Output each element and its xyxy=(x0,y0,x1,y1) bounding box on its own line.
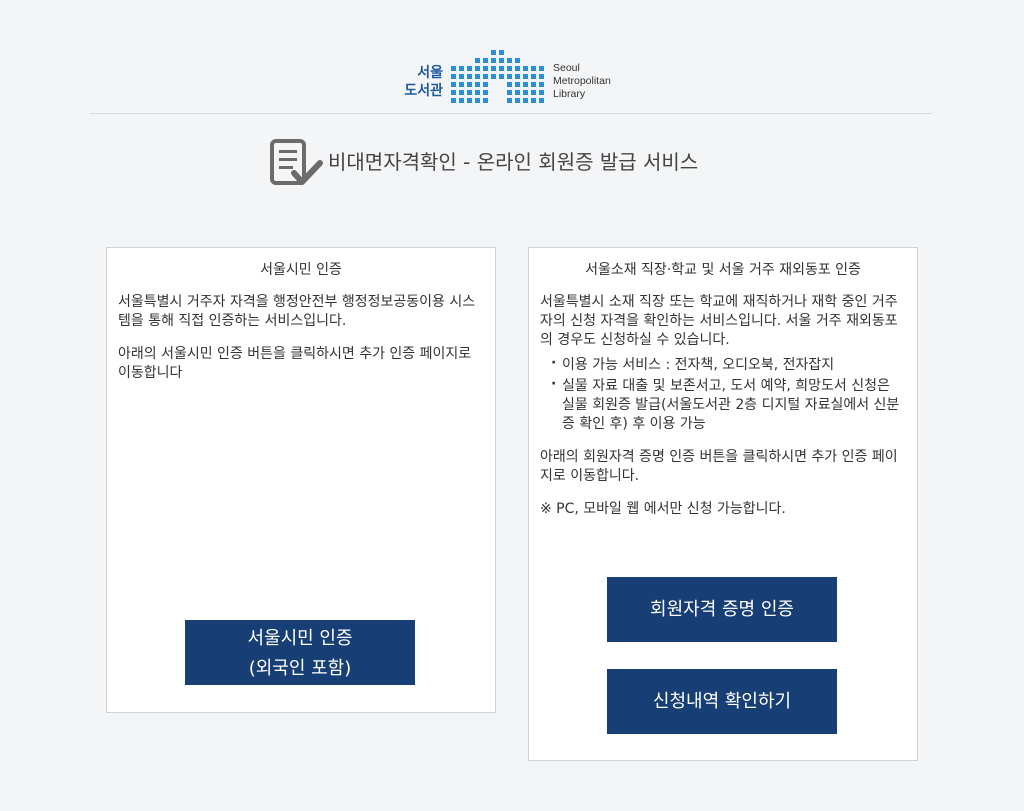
card-description: 서울특별시 거주자 자격을 행정안전부 행정정보공동이용 시스템을 통해 직접 … xyxy=(118,294,476,329)
platform-note: ※ PC, 모바일 웹 에서만 신청 가능합니다. xyxy=(540,501,786,517)
card-instruction: 아래의 서울시민 인증 버튼을 클릭하시면 추가 인증 페이지로 이동합니다 xyxy=(118,346,472,381)
document-check-icon xyxy=(270,139,323,185)
logo-en-line3: Library xyxy=(553,88,586,100)
card-description: 서울특별시 소재 직장 또는 학교에 재직하거나 재학 중인 거주자의 신청 자… xyxy=(540,294,898,348)
application-history-button[interactable]: 신청내역 확인하기 xyxy=(607,669,837,734)
card-body: 서울특별시 소재 직장 또는 학교에 재직하거나 재학 중인 거주자의 신청 자… xyxy=(540,293,906,533)
page-title-row: 비대면자격확인 - 온라인 회원증 발급 서비스 xyxy=(0,134,1024,185)
list-item: 실물 자료 대출 및 보존서고, 도서 예약, 희망도서 신청은 실물 회원증 … xyxy=(540,375,906,434)
button-label-line2: (외국인 포함) xyxy=(248,657,352,679)
list-item: 이용 가능 서비스 : 전자책, 오디오북, 전자잡지 xyxy=(540,354,906,375)
card-body: 서울특별시 거주자 자격을 행정안전부 행정정보공동이용 시스템을 통해 직접 … xyxy=(118,293,484,397)
membership-verify-button[interactable]: 회원자격 증명 인증 xyxy=(607,577,837,642)
logo-en-line1: Seoul xyxy=(553,62,580,74)
card-title: 서울소재 직장·학교 및 서울 거주 재외동포 인증 xyxy=(585,262,861,278)
button-label-line1: 서울시민 인증 xyxy=(247,627,353,649)
page-title: 비대면자격확인 - 온라인 회원증 발급 서비스 xyxy=(328,150,699,174)
card-title: 서울시민 인증 xyxy=(260,262,342,278)
seoul-citizen-card: 서울시민 인증 서울특별시 거주자 자격을 행정안전부 행정정보공동이용 시스템… xyxy=(106,247,496,713)
logo-ko-line2: 도서관 xyxy=(404,83,443,99)
library-building-icon xyxy=(451,50,544,103)
library-logo[interactable]: 서울 도서관 Seoul Metropolitan Library xyxy=(393,46,633,108)
seoul-citizen-auth-button[interactable]: 서울시민 인증 (외국인 포함) xyxy=(185,620,415,685)
logo-ko-line1: 서울 xyxy=(417,65,443,81)
service-list: 이용 가능 서비스 : 전자책, 오디오북, 전자잡지 실물 자료 대출 및 보… xyxy=(540,354,906,434)
logo-korean-text: 서울 도서관 xyxy=(393,64,443,100)
card-instruction: 아래의 회원자격 증명 인증 버튼을 클릭하시면 추가 인증 페이지로 이동합니… xyxy=(540,449,898,484)
logo-en-line2: Metropolitan xyxy=(553,75,611,87)
logo-english-text: Seoul Metropolitan Library xyxy=(553,62,611,101)
workplace-school-card: 서울소재 직장·학교 및 서울 거주 재외동포 인증 서울특별시 소재 직장 또… xyxy=(528,247,918,761)
header-divider xyxy=(90,113,932,114)
